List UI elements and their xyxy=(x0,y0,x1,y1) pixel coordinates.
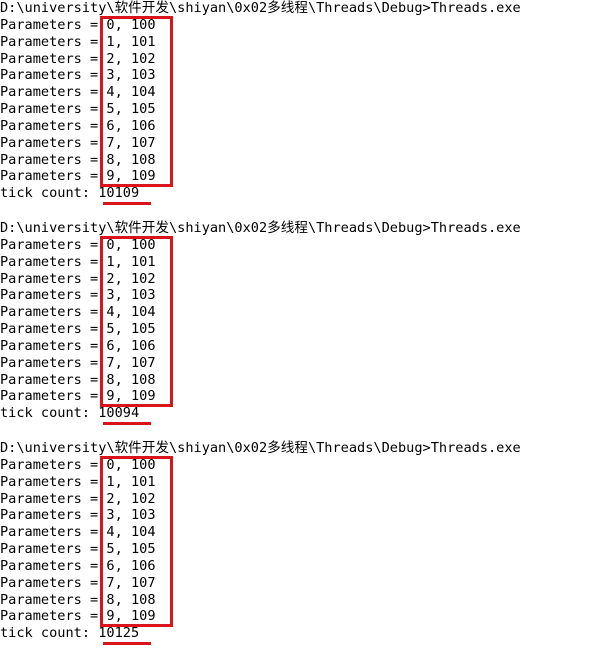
output-line: Parameters = 8, 108 xyxy=(0,371,156,388)
output-line: Parameters = 9, 109 xyxy=(0,388,156,405)
run-3: D:\university\软件开发\shiyan\0x02多线程\Thread… xyxy=(0,440,589,645)
output-line: Parameters = 3, 103 xyxy=(0,287,156,304)
output-line: Parameters = 9, 109 xyxy=(0,168,156,185)
run-2: D:\university\软件开发\shiyan\0x02多线程\Thread… xyxy=(0,220,589,425)
output-line: Parameters = 6, 106 xyxy=(0,337,156,354)
output-line: Parameters = 5, 105 xyxy=(0,541,156,558)
tick-underline xyxy=(103,202,151,205)
output-line: Parameters = 2, 102 xyxy=(0,270,156,287)
output-line: Parameters = 8, 108 xyxy=(0,151,156,168)
output-line: Parameters = 7, 107 xyxy=(0,574,156,591)
output-line: Parameters = 7, 107 xyxy=(0,134,156,151)
output-line: Parameters = 3, 103 xyxy=(0,507,156,524)
tick-count-line: tick count: 10094 xyxy=(0,405,140,422)
output-line: Parameters = 1, 101 xyxy=(0,33,156,50)
highlight-box xyxy=(100,236,173,407)
tick-count-line: tick count: 10125 xyxy=(0,625,140,642)
output-line: Parameters = 5, 105 xyxy=(0,101,156,118)
output-line: Parameters = 9, 109 xyxy=(0,608,156,625)
output-line: Parameters = 1, 101 xyxy=(0,473,156,490)
command-prompt: D:\university\软件开发\shiyan\0x02多线程\Thread… xyxy=(0,440,521,456)
output-line: Parameters = 3, 103 xyxy=(0,67,156,84)
console-output: D:\university\软件开发\shiyan\0x02多线程\Thread… xyxy=(0,0,589,654)
highlight-box xyxy=(100,456,173,627)
output-line: Parameters = 6, 106 xyxy=(0,117,156,134)
output-line: Parameters = 5, 105 xyxy=(0,321,156,338)
tick-underline xyxy=(103,422,151,425)
output-line: Parameters = 2, 102 xyxy=(0,490,156,507)
output-line: Parameters = 2, 102 xyxy=(0,50,156,67)
output-line: Parameters = 7, 107 xyxy=(0,354,156,371)
output-line: Parameters = 4, 104 xyxy=(0,304,156,321)
tick-count-line: tick count: 10109 xyxy=(0,185,140,202)
run-1: D:\university\软件开发\shiyan\0x02多线程\Thread… xyxy=(0,0,589,205)
command-prompt: D:\university\软件开发\shiyan\0x02多线程\Thread… xyxy=(0,0,521,16)
output-line: Parameters = 1, 101 xyxy=(0,253,156,270)
output-line: Parameters = 0, 100 xyxy=(0,456,156,473)
output-line: Parameters = 8, 108 xyxy=(0,591,156,608)
output-line: Parameters = 4, 104 xyxy=(0,84,156,101)
output-line: Parameters = 0, 100 xyxy=(0,236,156,253)
output-line: Parameters = 6, 106 xyxy=(0,557,156,574)
output-line: Parameters = 4, 104 xyxy=(0,524,156,541)
command-prompt: D:\university\软件开发\shiyan\0x02多线程\Thread… xyxy=(0,220,521,236)
output-line: Parameters = 0, 100 xyxy=(0,16,156,33)
tick-underline xyxy=(103,642,151,645)
highlight-box xyxy=(100,16,173,187)
